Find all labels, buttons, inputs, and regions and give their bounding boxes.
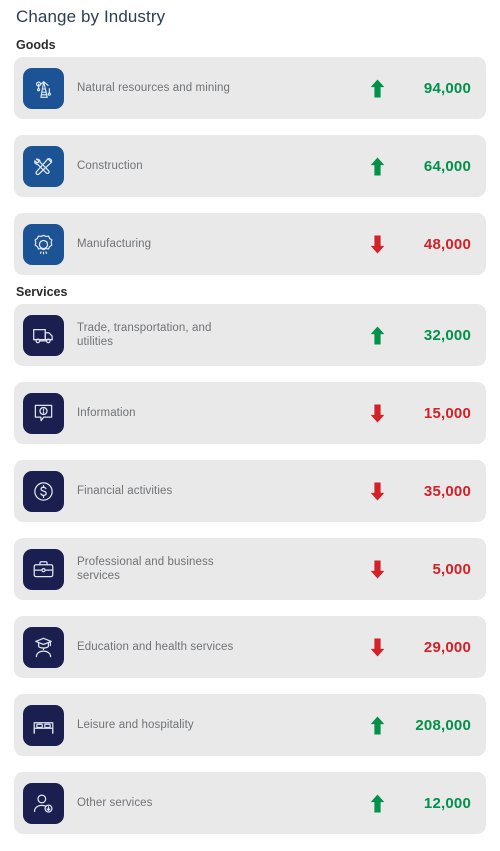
industry-change-value: 208,000 (415, 716, 471, 734)
industry-change-value: 48,000 (423, 235, 471, 253)
person-add-icon (23, 782, 64, 824)
industry-row[interactable]: Natural resources and mining 94,000 (14, 57, 486, 119)
gear-icon (23, 223, 64, 265)
industry-label-line1: Manufacturing (77, 237, 152, 250)
industry-label: Trade, transportation, and utilities (64, 321, 362, 350)
industry-change-value: 32,000 (423, 326, 471, 344)
industry-label: Professional and business services (64, 555, 362, 584)
bed-icon (23, 704, 64, 746)
industry-label: Education and health services (64, 640, 362, 655)
industry-change-value: 64,000 (423, 157, 471, 175)
arrow-down-icon (362, 404, 392, 423)
industry-change-value: 29,000 (423, 638, 471, 656)
industry-change-value: 35,000 (423, 482, 471, 500)
industry-row-list: Trade, transportation, and utilities 32,00… (14, 304, 486, 834)
industry-label-line1: Other services (77, 796, 153, 809)
industry-row[interactable]: Financial activities 35,000 (14, 460, 486, 522)
arrow-up-icon (362, 326, 392, 345)
arrow-down-icon (362, 560, 392, 579)
industry-label: Information (64, 406, 362, 421)
briefcase-icon (23, 548, 64, 590)
industry-row[interactable]: Professional and business services 5,000 (14, 538, 486, 600)
industry-label: Other services (64, 796, 362, 811)
industry-row[interactable]: Leisure and hospitality 208,000 (14, 694, 486, 756)
arrow-down-icon (362, 638, 392, 657)
industry-label-line1: Leisure and hospitality (77, 718, 194, 731)
page-title: Change by Industry (16, 7, 166, 26)
industry-label: Natural resources and mining (64, 81, 362, 96)
industry-label: Financial activities (64, 484, 362, 499)
arrow-up-icon (362, 157, 392, 176)
group-heading-goods: Goods (16, 38, 56, 52)
industry-label-line1: Natural resources and mining (77, 81, 231, 94)
dollar-circle-icon (23, 470, 64, 512)
industry-row[interactable]: Construction 64,000 (14, 135, 486, 197)
industry-label: Manufacturing (64, 237, 362, 252)
arrow-down-icon (362, 482, 392, 501)
oil-derrick-icon (23, 67, 64, 109)
arrow-up-icon (362, 716, 392, 735)
industry-label-line1: Construction (77, 159, 143, 172)
industry-row-list: Natural resources and mining 94,000 Constr… (14, 57, 486, 275)
industry-row[interactable]: Other services 12,000 (14, 772, 486, 834)
industry-row[interactable]: Manufacturing 48,000 (14, 213, 486, 275)
industry-label-line2: services (77, 570, 120, 582)
industry-label: Leisure and hospitality (64, 718, 362, 733)
group-heading-services: Services (16, 285, 68, 299)
industry-label-line1: Financial activities (77, 484, 173, 497)
graduate-icon (23, 626, 64, 668)
industry-row[interactable]: Information 15,000 (14, 382, 486, 444)
industry-label-line1: Professional and business (77, 555, 214, 568)
truck-icon (23, 314, 64, 356)
industry-label-line1: Education and health services (77, 640, 234, 653)
industry-change-value: 94,000 (423, 79, 471, 97)
change-by-industry-panel: Change by Industry Goods Natural resource… (0, 0, 500, 851)
industry-groups: Goods Natural resources and mining 94,000 C… (14, 32, 486, 834)
industry-label-line1: Information (77, 406, 136, 419)
industry-label-line2: utilities (77, 336, 114, 348)
industry-change-value: 15,000 (423, 404, 471, 422)
industry-label-line1: Trade, transportation, and (77, 321, 212, 334)
industry-label: Construction (64, 159, 362, 174)
industry-change-value: 12,000 (423, 794, 471, 812)
industry-row[interactable]: Trade, transportation, and utilities 32,00… (14, 304, 486, 366)
info-bubble-icon (23, 392, 64, 434)
industry-change-value: 5,000 (432, 560, 471, 578)
industry-row[interactable]: Education and health services 29,000 (14, 616, 486, 678)
arrow-down-icon (362, 235, 392, 254)
hammer-wrench-icon (23, 145, 64, 187)
arrow-up-icon (362, 794, 392, 813)
arrow-up-icon (362, 79, 392, 98)
